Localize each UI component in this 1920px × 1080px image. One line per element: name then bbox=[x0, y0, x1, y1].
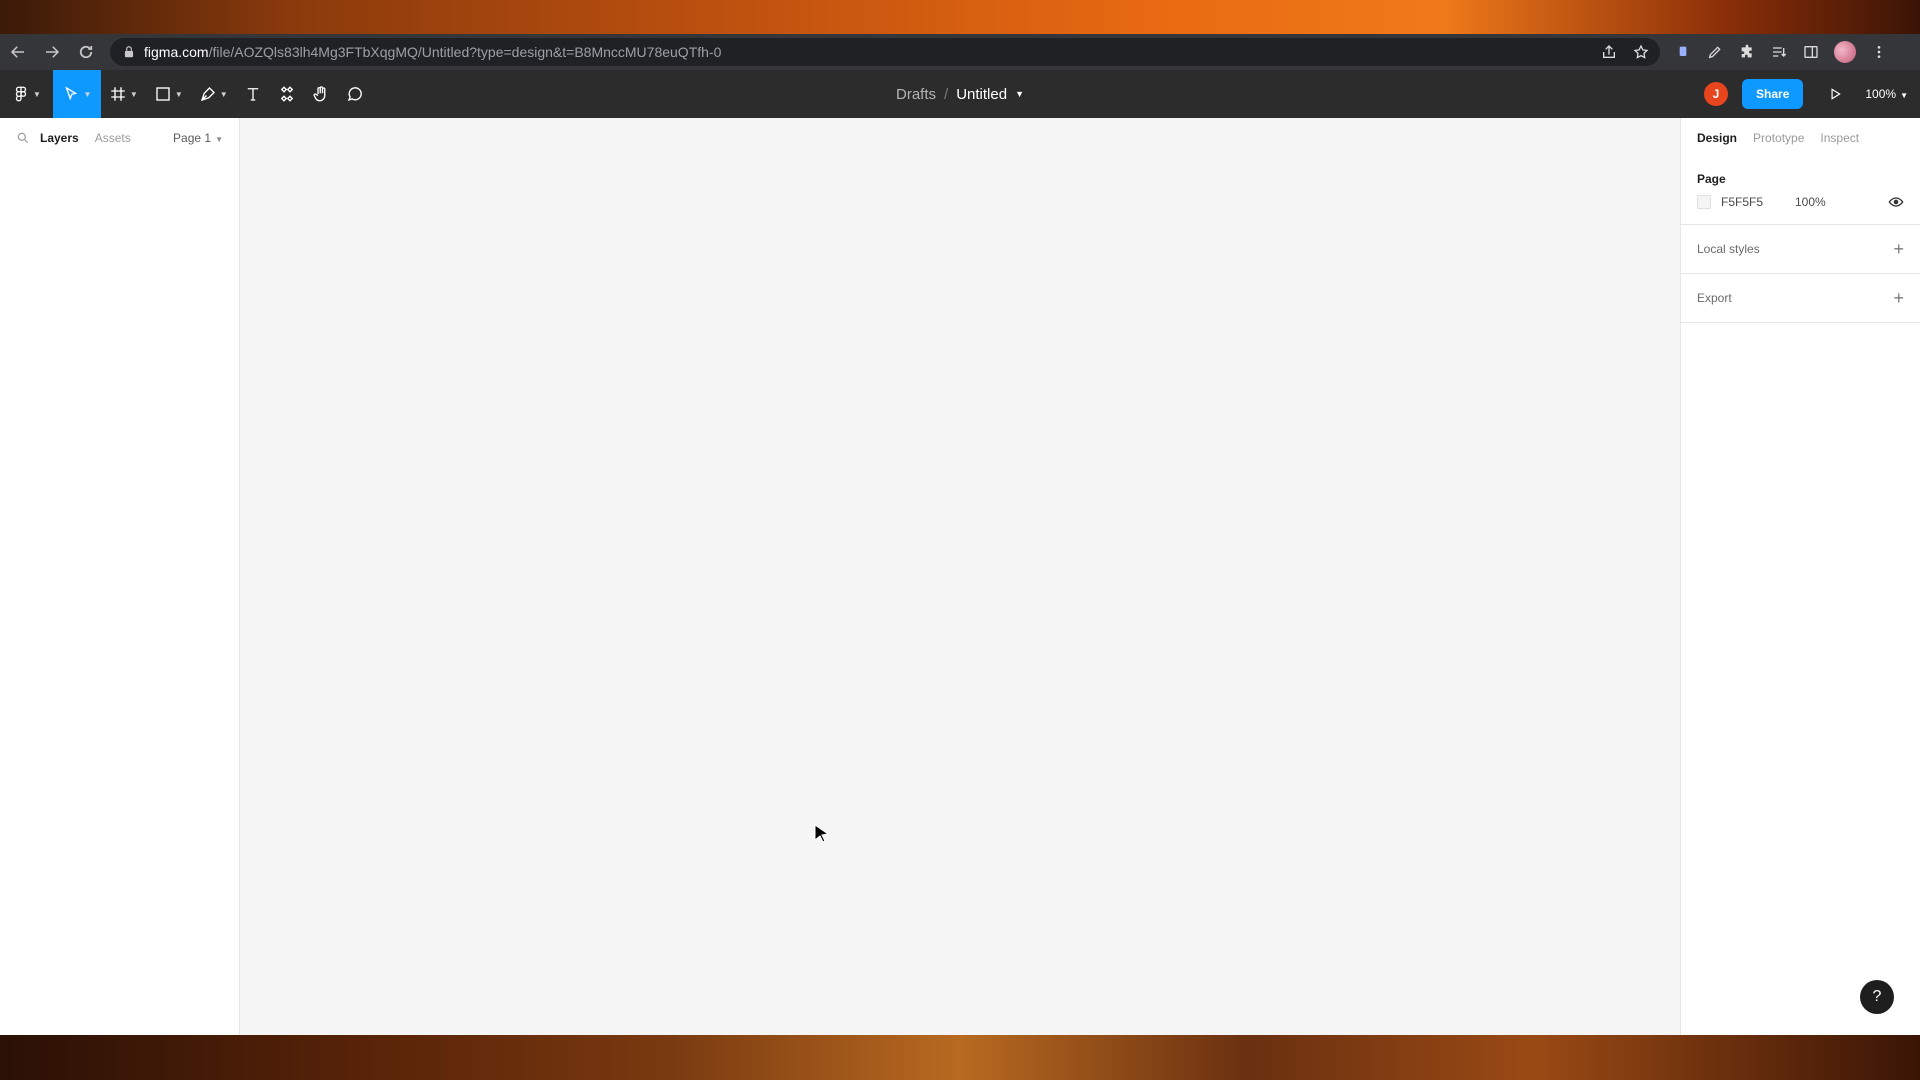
components-icon bbox=[280, 86, 293, 102]
local-styles-label: Local styles bbox=[1697, 242, 1760, 256]
add-export-icon[interactable]: + bbox=[1893, 288, 1904, 309]
breadcrumb-separator: / bbox=[944, 85, 949, 103]
browser-profile-avatar[interactable] bbox=[1834, 41, 1856, 63]
frame-tool-button[interactable]: ▼ bbox=[101, 70, 146, 118]
page-color-swatch[interactable] bbox=[1697, 195, 1711, 209]
cursor-arrow-icon bbox=[65, 86, 78, 101]
puzzle-icon[interactable] bbox=[1738, 43, 1756, 61]
zoom-level: 100% bbox=[1865, 87, 1897, 101]
side-panel-icon[interactable] bbox=[1802, 43, 1820, 61]
extension-icon[interactable] bbox=[1674, 43, 1692, 61]
left-panel-tabs: Layers Assets Page 1 ▼ bbox=[0, 118, 239, 158]
chevron-down-icon: ▼ bbox=[1900, 91, 1908, 100]
local-styles-section: Local styles + bbox=[1681, 225, 1920, 274]
comment-bubble-icon bbox=[347, 87, 362, 102]
pen-nib-icon bbox=[200, 87, 215, 102]
page-color-hex[interactable]: F5F5F5 bbox=[1721, 195, 1795, 209]
url-host: figma.com bbox=[144, 44, 209, 60]
page-section: Page F5F5F5 100% bbox=[1681, 158, 1920, 225]
chevron-down-icon[interactable]: ▼ bbox=[1015, 89, 1024, 99]
page-selector[interactable]: Page 1 ▼ bbox=[173, 131, 223, 145]
tab-assets[interactable]: Assets bbox=[95, 131, 131, 145]
design-canvas[interactable] bbox=[240, 118, 1680, 1035]
share-button[interactable]: Share bbox=[1742, 79, 1804, 109]
text-tool-button[interactable] bbox=[236, 70, 270, 118]
figma-logo-icon bbox=[15, 86, 27, 102]
page-section-title: Page bbox=[1697, 172, 1726, 186]
tab-layers[interactable]: Layers bbox=[40, 131, 79, 145]
help-button[interactable]: ? bbox=[1860, 980, 1894, 1014]
file-title[interactable]: Untitled bbox=[956, 86, 1007, 103]
tab-prototype[interactable]: Prototype bbox=[1753, 131, 1804, 145]
search-icon[interactable] bbox=[16, 131, 30, 145]
more-vertical-icon[interactable] bbox=[1870, 43, 1888, 61]
main-menu-button[interactable]: ▼ bbox=[0, 70, 49, 118]
figma-toolbar: ▼ ▼ ▼ ▼ ▼ Drafts / Untitled ▼ J Share 10… bbox=[0, 70, 1920, 118]
export-section: Export + bbox=[1681, 274, 1920, 323]
chevron-down-icon: ▼ bbox=[215, 135, 223, 144]
breadcrumb-drafts-link[interactable]: Drafts bbox=[896, 86, 936, 103]
frame-hash-icon bbox=[111, 87, 125, 101]
desktop-background-bottom bbox=[0, 1035, 1920, 1080]
back-icon[interactable] bbox=[2, 36, 34, 68]
reading-list-icon[interactable] bbox=[1770, 43, 1788, 61]
rectangle-icon bbox=[156, 87, 170, 101]
lock-icon bbox=[124, 46, 134, 58]
url-path: /file/AOZQls83lh4Mg3FTbXqgMQ/Untitled?ty… bbox=[208, 44, 722, 60]
right-panel-tabs: Design Prototype Inspect bbox=[1681, 118, 1920, 158]
address-bar[interactable]: figma.com/file/AOZQls83lh4Mg3FTbXqgMQ/Un… bbox=[110, 38, 1660, 66]
comment-tool-button[interactable] bbox=[338, 70, 372, 118]
text-t-icon bbox=[247, 88, 258, 101]
reload-icon[interactable] bbox=[70, 36, 102, 68]
zoom-menu[interactable]: 100% ▼ bbox=[1865, 87, 1908, 101]
tab-inspect[interactable]: Inspect bbox=[1820, 131, 1859, 145]
bookmark-star-icon[interactable] bbox=[1632, 43, 1650, 61]
page-opacity[interactable]: 100% bbox=[1795, 195, 1826, 209]
shape-tool-button[interactable]: ▼ bbox=[146, 70, 191, 118]
resources-tool-button[interactable] bbox=[270, 70, 304, 118]
page-color-row: F5F5F5 100% bbox=[1697, 194, 1904, 224]
eye-icon[interactable] bbox=[1888, 194, 1904, 210]
layers-panel: Layers Assets Page 1 ▼ bbox=[0, 118, 240, 1035]
pen-extension-icon[interactable] bbox=[1706, 43, 1724, 61]
hand-icon bbox=[313, 86, 326, 102]
share-page-icon[interactable] bbox=[1600, 43, 1618, 61]
chevron-down-icon: ▼ bbox=[219, 89, 228, 99]
chevron-down-icon: ▼ bbox=[129, 89, 138, 99]
chevron-down-icon: ▼ bbox=[174, 89, 183, 99]
present-button[interactable] bbox=[1821, 87, 1849, 101]
tab-design[interactable]: Design bbox=[1697, 131, 1737, 145]
play-icon bbox=[1831, 88, 1842, 100]
add-local-style-icon[interactable]: + bbox=[1893, 239, 1904, 260]
browser-toolbar: figma.com/file/AOZQls83lh4Mg3FTbXqgMQ/Un… bbox=[0, 34, 1920, 70]
pen-tool-button[interactable]: ▼ bbox=[191, 70, 236, 118]
mouse-cursor-icon bbox=[814, 824, 830, 843]
chevron-down-icon: ▼ bbox=[83, 89, 92, 99]
forward-icon[interactable] bbox=[36, 36, 68, 68]
desktop-background-top bbox=[0, 0, 1920, 34]
chevron-down-icon: ▼ bbox=[33, 89, 41, 99]
export-label: Export bbox=[1697, 291, 1732, 305]
user-avatar[interactable]: J bbox=[1704, 82, 1729, 106]
properties-panel: Design Prototype Inspect Page F5F5F5 100… bbox=[1680, 118, 1920, 1035]
move-tool-button[interactable]: ▼ bbox=[52, 70, 101, 118]
hand-tool-button[interactable] bbox=[304, 70, 338, 118]
page-select-label: Page 1 bbox=[173, 131, 212, 145]
